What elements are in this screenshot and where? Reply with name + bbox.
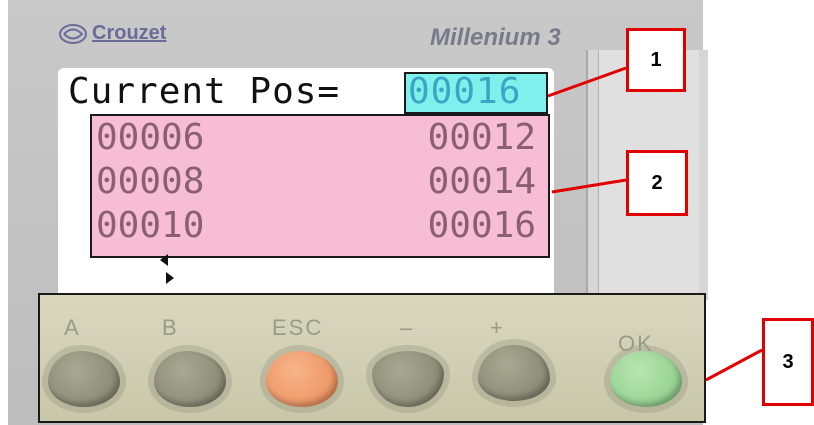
- callout-leader-lines: [547, 66, 763, 382]
- callout-2: 2: [626, 150, 688, 216]
- callout-1: 1: [626, 28, 686, 92]
- callout-3: 3: [762, 318, 814, 406]
